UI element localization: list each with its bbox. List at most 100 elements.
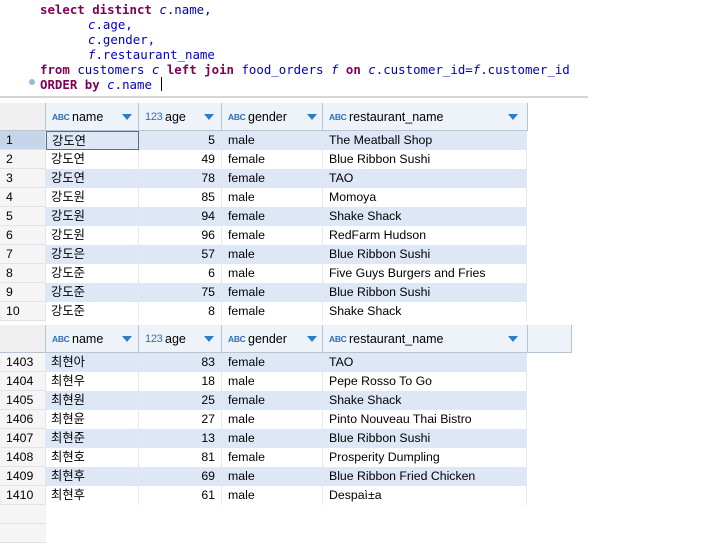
table-row[interactable]: 1406 최현윤 27 male Pinto Nouveau Thai Bistro: [0, 410, 572, 429]
column-header-age[interactable]: 123 age: [139, 103, 222, 131]
name-cell[interactable]: 강도준: [46, 283, 139, 302]
gender-cell[interactable]: male: [222, 264, 323, 283]
age-cell[interactable]: 94: [139, 207, 222, 226]
gender-cell[interactable]: female: [222, 353, 323, 372]
name-cell[interactable]: 강도은: [46, 245, 139, 264]
gender-cell[interactable]: female: [222, 391, 323, 410]
age-cell[interactable]: 81: [139, 448, 222, 467]
name-cell[interactable]: 강도연: [46, 131, 139, 150]
restaurant-name-cell[interactable]: Pepe Rosso To Go: [323, 372, 527, 391]
table-row[interactable]: 2 강도연 49 female Blue Ribbon Sushi: [0, 150, 528, 169]
table-row[interactable]: 3 강도연 78 female TAO: [0, 169, 528, 188]
table-row[interactable]: 5 강도원 94 female Shake Shack: [0, 207, 528, 226]
panel-divider[interactable]: [0, 96, 588, 98]
age-cell[interactable]: 25: [139, 391, 222, 410]
sort-dropdown-icon[interactable]: [122, 114, 132, 120]
sort-dropdown-icon[interactable]: [204, 114, 214, 120]
gender-cell[interactable]: male: [222, 245, 323, 264]
table-row[interactable]: 1408 최현호 81 female Prosperity Dumpling: [0, 448, 572, 467]
name-cell[interactable]: 최현아: [46, 353, 139, 372]
age-cell[interactable]: 61: [139, 486, 222, 505]
age-cell[interactable]: 85: [139, 188, 222, 207]
column-header-name[interactable]: ABC name: [46, 103, 139, 131]
age-cell[interactable]: 18: [139, 372, 222, 391]
name-cell[interactable]: 강도준: [46, 302, 139, 321]
restaurant-name-cell[interactable]: Prosperity Dumpling: [323, 448, 527, 467]
age-cell[interactable]: 78: [139, 169, 222, 188]
gender-cell[interactable]: female: [222, 283, 323, 302]
sort-dropdown-icon[interactable]: [204, 336, 214, 342]
table-row[interactable]: 9 강도준 75 female Blue Ribbon Sushi: [0, 283, 528, 302]
column-header-age[interactable]: 123 age: [139, 325, 222, 353]
name-cell[interactable]: 최현원: [46, 391, 139, 410]
table-row[interactable]: 1404 최현우 18 male Pepe Rosso To Go: [0, 372, 572, 391]
age-cell[interactable]: 27: [139, 410, 222, 429]
table-row[interactable]: 8 강도준 6 male Five Guys Burgers and Fries: [0, 264, 528, 283]
sort-dropdown-icon[interactable]: [508, 336, 518, 342]
table-row[interactable]: 1409 최현후 69 male Blue Ribbon Fried Chicken: [0, 467, 572, 486]
restaurant-name-cell[interactable]: TAO: [323, 169, 527, 188]
name-cell[interactable]: 최현우: [46, 372, 139, 391]
table-row[interactable]: 10 강도준 8 female Shake Shack: [0, 302, 528, 321]
column-header-gender[interactable]: ABC gender: [222, 325, 323, 353]
column-header-gender[interactable]: ABC gender: [222, 103, 323, 131]
restaurant-name-cell[interactable]: Pinto Nouveau Thai Bistro: [323, 410, 527, 429]
age-cell[interactable]: 69: [139, 467, 222, 486]
gender-cell[interactable]: male: [222, 486, 323, 505]
gender-cell[interactable]: male: [222, 188, 323, 207]
restaurant-name-cell[interactable]: Blue Ribbon Sushi: [323, 283, 527, 302]
name-cell[interactable]: 강도연: [46, 169, 139, 188]
restaurant-name-cell[interactable]: Blue Ribbon Sushi: [323, 150, 527, 169]
name-cell[interactable]: 최현윤: [46, 410, 139, 429]
restaurant-name-cell[interactable]: TAO: [323, 353, 527, 372]
age-cell[interactable]: 8: [139, 302, 222, 321]
table-row[interactable]: 7 강도은 57 male Blue Ribbon Sushi: [0, 245, 528, 264]
age-cell[interactable]: 57: [139, 245, 222, 264]
restaurant-name-cell[interactable]: Blue Ribbon Sushi: [323, 245, 527, 264]
gender-cell[interactable]: male: [222, 467, 323, 486]
name-cell[interactable]: 강도준: [46, 264, 139, 283]
column-header-restaurant-name[interactable]: ABC restaurant_name: [323, 103, 528, 131]
results-grid-top[interactable]: ABC name 123 age ABC gender ABC restaura…: [0, 103, 528, 321]
age-cell[interactable]: 13: [139, 429, 222, 448]
restaurant-name-cell[interactable]: Blue Ribbon Sushi: [323, 429, 527, 448]
age-cell[interactable]: 83: [139, 353, 222, 372]
table-row[interactable]: 1407 최현준 13 male Blue Ribbon Sushi: [0, 429, 572, 448]
restaurant-name-cell[interactable]: RedFarm Hudson: [323, 226, 527, 245]
table-row[interactable]: 1403 최현아 83 female TAO: [0, 353, 572, 372]
table-row[interactable]: 6 강도원 96 female RedFarm Hudson: [0, 226, 528, 245]
restaurant-name-cell[interactable]: Five Guys Burgers and Fries: [323, 264, 527, 283]
age-cell[interactable]: 6: [139, 264, 222, 283]
gender-cell[interactable]: female: [222, 207, 323, 226]
name-cell[interactable]: 최현준: [46, 429, 139, 448]
gender-cell[interactable]: male: [222, 410, 323, 429]
gender-cell[interactable]: male: [222, 131, 323, 150]
gender-cell[interactable]: female: [222, 448, 323, 467]
restaurant-name-cell[interactable]: The Meatball Shop: [323, 131, 527, 150]
restaurant-name-cell[interactable]: Shake Shack: [323, 391, 527, 410]
table-row[interactable]: 4 강도원 85 male Momoya: [0, 188, 528, 207]
name-cell[interactable]: 최현후: [46, 467, 139, 486]
restaurant-name-cell[interactable]: Blue Ribbon Fried Chicken: [323, 467, 527, 486]
sort-dropdown-icon[interactable]: [307, 114, 317, 120]
age-cell[interactable]: 49: [139, 150, 222, 169]
age-cell[interactable]: 75: [139, 283, 222, 302]
table-row[interactable]: 1410 최현후 61 male Despaì±a: [0, 486, 572, 505]
restaurant-name-cell[interactable]: Shake Shack: [323, 207, 527, 226]
gender-cell[interactable]: female: [222, 302, 323, 321]
gender-cell[interactable]: female: [222, 226, 323, 245]
gender-cell[interactable]: female: [222, 150, 323, 169]
name-cell[interactable]: 강도원: [46, 226, 139, 245]
restaurant-name-cell[interactable]: Despaì±a: [323, 486, 527, 505]
column-header-restaurant-name[interactable]: ABC restaurant_name: [323, 325, 528, 353]
name-cell[interactable]: 최현호: [46, 448, 139, 467]
age-cell[interactable]: 5: [139, 131, 222, 150]
table-row[interactable]: 1 강도연 5 male The Meatball Shop: [0, 131, 528, 150]
results-grid-bottom[interactable]: ABC name 123 age ABC gender ABC restaura…: [0, 325, 572, 549]
name-cell[interactable]: 강도원: [46, 207, 139, 226]
sort-dropdown-icon[interactable]: [508, 114, 518, 120]
column-header-name[interactable]: ABC name: [46, 325, 139, 353]
sort-dropdown-icon[interactable]: [122, 336, 132, 342]
gender-cell[interactable]: male: [222, 372, 323, 391]
name-cell[interactable]: 강도연: [46, 150, 139, 169]
